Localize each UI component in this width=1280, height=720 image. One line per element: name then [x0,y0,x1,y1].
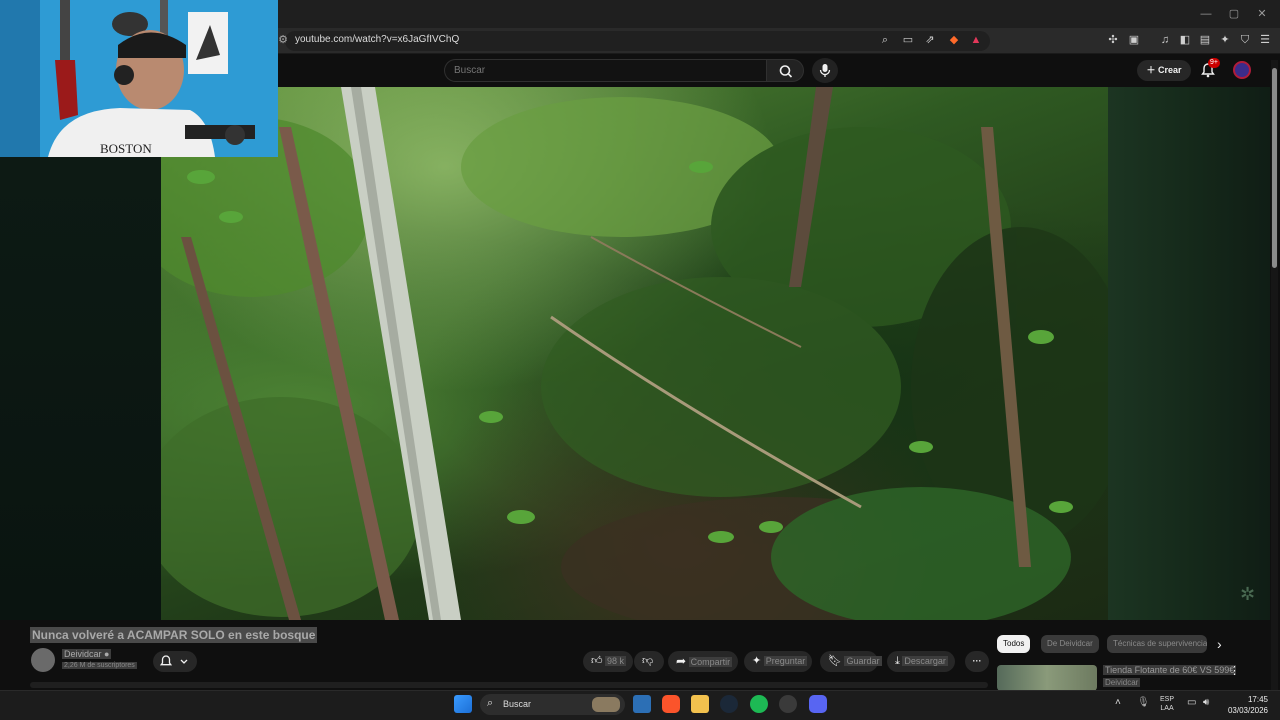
thumbs-down-icon: 👎︎ [642,655,654,667]
sidebar-icon[interactable]: ◧ [1178,33,1192,47]
spotify-icon[interactable] [750,695,768,713]
create-label: Crear [1158,65,1182,75]
download-label: Descargar [902,656,948,666]
maximize-icon[interactable]: ▢ [1226,6,1242,22]
description-box[interactable] [30,682,988,688]
chip-all[interactable]: Todos [997,635,1031,653]
vpn-icon[interactable]: ⛉ [1238,33,1252,47]
extensions-icon[interactable]: ✣ [1106,33,1120,47]
save-label: Guardar [844,656,882,666]
system-clock[interactable]: 17:45 03/03/2026 [1224,694,1268,716]
leo-ai-icon[interactable]: ✦ [1218,33,1232,47]
download-icon: ⤓ [895,655,900,667]
create-button[interactable]: ＋ Crear [1137,60,1191,81]
url-text[interactable]: youtube.com/watch?v=x6JaGfIVChQ [295,34,459,45]
brave-browser-icon[interactable] [662,695,680,713]
chip-from-channel[interactable]: De Deividcar [1041,635,1099,653]
notifications-badge: 9+ [1208,58,1220,68]
video-title: Nunca volveré a ACAMPAR SOLO en este bos… [30,627,318,643]
ask-label: Preguntar [763,656,808,666]
file-explorer-widget-icon[interactable] [633,695,651,713]
ask-button[interactable]: ✦ Preguntar [744,651,812,672]
more-actions-button[interactable]: ··· [965,651,989,672]
steam-icon[interactable] [720,695,738,713]
recommendation-channel: Deividcar [1103,678,1141,687]
account-avatar[interactable] [1233,61,1251,79]
verified-icon: ● [104,649,110,659]
download-button[interactable]: ⤓ Descargar [887,651,955,672]
volume-icon[interactable]: 🔊︎ [1203,697,1209,708]
webcam-overlay: BOSTON [0,0,278,157]
shirt-text: BOSTON [100,141,152,156]
dislike-button[interactable]: 👎︎ [634,651,664,672]
channel-name[interactable]: Deividcar ● [62,649,112,659]
search-button[interactable] [766,59,804,82]
brave-rewards-icon[interactable]: ▲ [969,33,983,47]
like-button[interactable]: 👍︎ 98 k [583,651,633,672]
site-settings-icon[interactable]: ⚙ [276,33,290,47]
right-ambient-background [1108,87,1270,620]
cast-icon[interactable]: ▭ [901,33,915,47]
wallet-icon[interactable]: ▤ [1198,33,1212,47]
folder-icon[interactable] [691,695,709,713]
scrollbar-thumb[interactable] [1272,68,1277,268]
channel-watermark-icon[interactable]: ✲ [1240,584,1255,605]
bell-icon [159,655,188,666]
search-icon [779,65,793,78]
like-count: 98 k [605,656,627,666]
plus-icon: ＋ [1146,65,1156,75]
subscriber-count: 2,26 M de suscriptores [62,662,137,669]
windows-start-icon[interactable] [454,695,472,713]
microphone-tray-icon[interactable]: 🎙︎ [1137,697,1150,708]
video-player[interactable] [161,87,1108,620]
search-icon: ⌕ [487,697,494,709]
save-button[interactable]: 🔖︎ Guardar [820,651,882,672]
left-ambient-background [0,157,161,620]
channel-avatar[interactable] [31,648,55,672]
discord-icon[interactable] [809,695,827,713]
search-highlight-icon [592,697,620,712]
minimize-icon[interactable]: — [1198,6,1214,22]
search-input[interactable] [454,65,754,76]
brave-shields-icon[interactable]: ◆ [947,33,961,47]
chip-survival-techniques[interactable]: Técnicas de supervivencia [1107,635,1207,653]
channel-name-text: Deividcar [64,649,102,659]
obs-icon[interactable] [779,695,797,713]
screenshot-icon[interactable]: ▣ [1127,33,1141,47]
thumbs-up-icon: 👍︎ [591,655,603,667]
voice-search-button[interactable] [812,58,838,83]
input-language[interactable]: ESP LAA [1160,695,1174,713]
lang-code: ESP [1160,696,1175,703]
share-label: Compartir [688,657,733,667]
microphone-icon [819,64,831,77]
taskbar-search-label: Buscar [503,699,532,709]
subscription-bell-button[interactable] [153,651,197,672]
zoom-icon[interactable]: ⌕ [878,33,892,47]
share-button[interactable]: ➦ Compartir [668,651,738,672]
recommendation-title[interactable]: Tienda Flotante de 60€ VS 599€ [1103,665,1237,675]
chevron-right-icon[interactable]: › [1217,636,1222,652]
streamer-webcam: BOSTON [0,0,278,157]
recommendation-thumbnail[interactable] [997,665,1097,691]
sparkle-icon: ✦ [752,655,762,667]
tray-overflow-icon[interactable]: ˄ [1115,697,1121,708]
share-page-icon[interactable]: ⇗ [923,33,937,47]
share-icon: ➦ [676,654,687,668]
close-icon[interactable]: ✕ [1254,6,1270,22]
more-icon: ··· [972,656,982,666]
bookmark-icon: 🔖︎ [828,655,842,667]
recommendation-menu-icon[interactable]: ⋮ [1229,664,1240,677]
menu-icon[interactable]: ☰ [1258,33,1272,47]
forest-video-frame [161,87,1108,620]
lang-layout: LAA [1160,705,1174,712]
clock-time: 17:45 [1247,695,1268,704]
clock-date: 03/03/2026 [1227,706,1268,715]
media-icon[interactable]: ♫ [1158,33,1172,47]
network-icon[interactable]: ▭ [1187,697,1196,708]
